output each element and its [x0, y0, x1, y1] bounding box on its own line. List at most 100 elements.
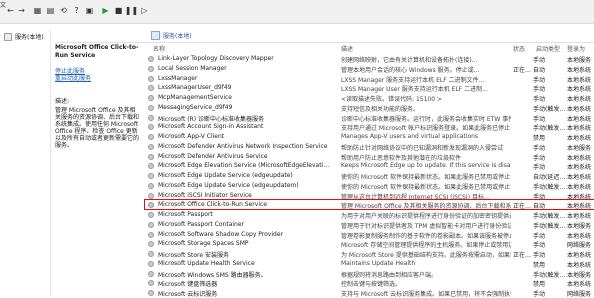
- description-heading: 描述:: [55, 98, 70, 105]
- service-description: 支持用户通过 Microsoft 帐户标识服务登录。如果此服务已停止，用户将…: [341, 125, 511, 133]
- service-gear-icon: [148, 134, 154, 140]
- service-startup-type: 手动: [533, 154, 546, 162]
- service-name: Microsoft Edge Update Service (edgeupdat…: [158, 181, 299, 189]
- service-description: 帮助用户防止恶意软件及其他潜在的垃圾软件: [341, 154, 462, 162]
- service-row[interactable]: Microsoft Edge Elevation Service (Micros…: [145, 161, 594, 172]
- service-row[interactable]: Local Session Manager 管理本地用户会话的核心 Windows…: [145, 64, 594, 74]
- service-name: MessagingService_d9f49: [158, 103, 233, 111]
- stop-service-link[interactable]: 停止此服务: [55, 68, 85, 75]
- service-description: 管理本地用户会话的核心 Windows 服务。停止或…: [341, 66, 480, 74]
- service-title: Microsoft Office Click-to-Run Service: [55, 44, 139, 59]
- service-row[interactable]: Microsoft 键盘筛选器 控制击键与按键筛选。 禁用 本地系统: [145, 278, 594, 289]
- tree-item-services-local[interactable]: 服务(本地): [4, 32, 44, 41]
- service-row[interactable]: Microsoft Defender Antivirus Network Ins…: [145, 142, 594, 152]
- column-header-startup-type[interactable]: 启动类型: [536, 44, 560, 53]
- view-icon[interactable]: ▤: [45, 5, 56, 16]
- service-row[interactable]: LxssManager LXSS Manager 服务支持运行本机 ELF 二进制…: [145, 74, 594, 84]
- service-startup-type: 手动: [533, 76, 546, 84]
- service-startup-type: 手动(触发…: [533, 105, 565, 113]
- column-header-logon-as[interactable]: 登录为: [567, 44, 585, 53]
- refresh-icon[interactable]: ⟲: [58, 5, 69, 16]
- service-gear-icon: [148, 251, 154, 257]
- service-logon-as: 本地系统: [567, 203, 592, 211]
- service-logon-as: 本地系统: [567, 164, 592, 172]
- service-row[interactable]: Microsoft (R) 诊断中心标准收集器服务 诊断中心标准收集器服务。运行时…: [145, 113, 594, 123]
- restart-service-link[interactable]: 重启动此服务: [55, 75, 91, 82]
- services-icon: [4, 32, 12, 41]
- service-description: Keeps Microsoft Edge up to update. If th…: [341, 162, 511, 170]
- service-name: Microsoft 键盘筛选器: [158, 281, 218, 289]
- service-row[interactable]: Microsoft Passport Container 管理用于针对标识提供者及…: [145, 220, 594, 230]
- service-name: Microsoft Update Health Service: [158, 259, 255, 267]
- pause-icon[interactable]: ❚❚: [125, 5, 138, 16]
- console-icon[interactable]: ▣: [84, 5, 95, 16]
- service-row[interactable]: Microsoft Update Health Service Maintains…: [145, 259, 594, 269]
- service-gear-icon: [148, 75, 154, 82]
- service-startup-type: 手动: [533, 86, 546, 94]
- column-header-status[interactable]: 状态: [513, 44, 525, 53]
- service-description: LXSS Manager User 服务支持运行本机 ELF 二进制…: [341, 86, 489, 94]
- service-gear-icon: [148, 65, 154, 72]
- play-icon[interactable]: ▶: [100, 5, 111, 16]
- service-row[interactable]: Microsoft Edge Update Service (edgeupdat…: [145, 171, 594, 181]
- service-gear-icon: [148, 143, 154, 150]
- service-startup-type: 自动: [533, 66, 546, 74]
- description-text: 管理 Microsoft Office 及其相关服务的资源协调、后台下载和系统集…: [55, 107, 140, 149]
- service-logon-as: 本地服务: [567, 144, 592, 152]
- tree-item-label: 服务(本地): [15, 34, 44, 41]
- service-name: Local Session Manager: [158, 64, 227, 72]
- service-logon-as: 本地系统: [567, 86, 592, 94]
- service-gear-icon: [148, 182, 154, 189]
- service-row[interactable]: LxssManagerUser_d9f49 LXSS Manager User 服…: [145, 83, 594, 94]
- service-row[interactable]: Microsoft iSCSI Initiator Service 管理从这台计算…: [145, 191, 594, 201]
- service-status: 正在…: [513, 203, 532, 211]
- service-description: 管理 Microsoft Office 及其相关服务的资源协调、后台下载和系统集…: [341, 203, 511, 211]
- service-logon-as: 本地系统: [567, 66, 592, 74]
- help-icon[interactable]: ?: [71, 5, 82, 16]
- service-gear-icon: [148, 114, 154, 121]
- service-description: 诊断中心标准收集器服务。运行时，此服务会收集实时 ETW 事件，并对其…: [341, 115, 511, 123]
- service-row[interactable]: Microsoft Windows SMS 路由器服务。 根据规则将消息路由到相应…: [145, 269, 594, 279]
- service-name: McpManagementService: [158, 94, 232, 101]
- service-startup-type: 手动: [533, 252, 546, 259]
- service-description: 支持短信及相关功能的服务。: [341, 105, 420, 113]
- service-row[interactable]: Microsoft Office Click-to-Run Service 管理 …: [144, 199, 594, 211]
- back-icon[interactable]: ←: [5, 5, 16, 16]
- service-row[interactable]: Microsoft Passport 为用于对用户关联的标识提供程序进行身份验证的…: [145, 210, 594, 220]
- service-row[interactable]: Microsoft Storage Spaces SMP Microsoft 存储…: [145, 239, 594, 249]
- column-header-name[interactable]: 名称: [153, 44, 165, 53]
- services-list: 名称 描述 状态 启动类型 登录为 Link-Layer Topology Di…: [144, 44, 594, 298]
- service-name: Microsoft Office Click-to-Run Service: [158, 201, 267, 209]
- service-startup-type: 手动: [533, 232, 546, 240]
- service-description: 创建网络映射，它由有关计算机和设备拓扑(连接)…: [341, 57, 478, 64]
- service-row[interactable]: Microsoft Account Sign-in Assistant 支持用户通…: [145, 122, 594, 133]
- service-description: 管理用于针对标识提供者及 TPM 虚拟智能卡对用户进行身份验证的本地…: [341, 222, 511, 230]
- service-logon-as: 本地系统: [567, 193, 592, 201]
- service-startup-type: 手动: [533, 291, 546, 298]
- service-row[interactable]: Microsoft Defender Antivirus Service 帮助用户…: [145, 152, 594, 162]
- service-row[interactable]: McpManagementService <读取描述失败。错误代码: 15100 …: [145, 93, 594, 103]
- service-status: 正在…: [513, 252, 532, 259]
- service-logon-as: 本地系统: [567, 174, 592, 181]
- tab-services-local[interactable]: 服务(本地): [151, 31, 192, 40]
- service-row[interactable]: MessagingService_d9f49 支持短信及相关功能的服务。 手动(触发…: [145, 103, 594, 113]
- service-gear-icon: [148, 212, 154, 218]
- service-row[interactable]: Microsoft Software Shadow Copy Provider 管…: [145, 230, 594, 240]
- column-header-description[interactable]: 描述: [341, 44, 353, 53]
- service-startup-type: 手动(触发…: [533, 222, 565, 230]
- grid-icon[interactable]: ▦: [32, 5, 43, 16]
- service-row[interactable]: Microsoft App-V Client Manages App-V user…: [145, 132, 594, 142]
- service-description: Manages App-V users and virtual applicat…: [341, 133, 479, 140]
- restart-icon[interactable]: ▷: [139, 5, 150, 16]
- forward-icon[interactable]: →: [16, 5, 27, 16]
- service-logon-as: 本地系统: [567, 261, 592, 269]
- service-row[interactable]: Microsoft Edge Update Service (edgeupdat…: [145, 181, 594, 191]
- service-row[interactable]: Link-Layer Topology Discovery Mapper 创建网络…: [145, 54, 594, 64]
- service-startup-type: 自动: [533, 203, 546, 211]
- service-logon-as: 本地服务: [567, 57, 592, 64]
- service-gear-icon: [148, 270, 154, 277]
- stop-icon[interactable]: ■: [113, 5, 124, 16]
- service-gear-icon: [148, 280, 154, 287]
- service-row[interactable]: Microsoft Store 安装服务 为 Microsoft Store 提供…: [145, 249, 594, 259]
- service-description: 使你的 Microsoft 软件保持最新状态。如果此服务已禁用或停止，则你的…: [341, 183, 511, 191]
